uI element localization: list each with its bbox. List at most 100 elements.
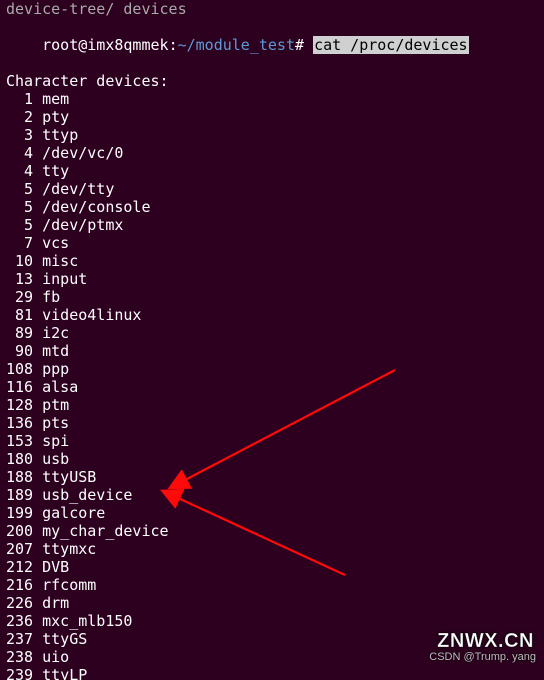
device-row: 5 /dev/tty <box>6 180 538 198</box>
device-major: 81 <box>6 306 33 324</box>
device-row: 188 ttyUSB <box>6 468 538 486</box>
device-major: 200 <box>6 522 33 540</box>
device-name: /dev/console <box>33 198 150 216</box>
device-name: mtd <box>33 342 69 360</box>
device-major: 4 <box>6 162 33 180</box>
device-major: 3 <box>6 126 33 144</box>
device-name: drm <box>33 594 69 612</box>
device-major: 29 <box>6 288 33 306</box>
device-major: 153 <box>6 432 33 450</box>
device-major: 108 <box>6 360 33 378</box>
device-major: 128 <box>6 396 33 414</box>
watermark-attribution: CSDN @Trump. yang <box>429 648 536 666</box>
device-name: pts <box>33 414 69 432</box>
device-name: ttyLP <box>33 666 87 680</box>
device-major: 226 <box>6 594 33 612</box>
device-name: usb <box>33 450 69 468</box>
device-major: 7 <box>6 234 33 252</box>
device-major: 180 <box>6 450 33 468</box>
section-header: Character devices: <box>6 72 538 90</box>
device-major: 4 <box>6 144 33 162</box>
device-row: 207 ttymxc <box>6 540 538 558</box>
device-name: ttyUSB <box>33 468 96 486</box>
device-row: 128 ptm <box>6 396 538 414</box>
device-name: pty <box>33 108 69 126</box>
terminal[interactable]: device-tree/ devices root@imx8qmmek:~/mo… <box>0 0 544 680</box>
device-name: ttymxc <box>33 540 96 558</box>
device-major: 5 <box>6 198 33 216</box>
device-major: 2 <box>6 108 33 126</box>
command-line: root@imx8qmmek:~/module_test# cat /proc/… <box>6 18 538 72</box>
device-major: 236 <box>6 612 33 630</box>
device-row: 4 tty <box>6 162 538 180</box>
prompt-colon: : <box>169 36 178 54</box>
device-name: /dev/tty <box>33 180 114 198</box>
device-row: 1 mem <box>6 90 538 108</box>
device-major: 237 <box>6 630 33 648</box>
device-name: uio <box>33 648 69 666</box>
prompt-cwd: ~/module_test <box>178 36 295 54</box>
device-row: 180 usb <box>6 450 538 468</box>
device-row: 239 ttyLP <box>6 666 538 680</box>
device-major: 216 <box>6 576 33 594</box>
device-name: DVB <box>33 558 69 576</box>
device-row: 236 mxc_mlb150 <box>6 612 538 630</box>
device-major: 189 <box>6 486 33 504</box>
device-name: /dev/ptmx <box>33 216 123 234</box>
device-major: 10 <box>6 252 33 270</box>
device-major: 207 <box>6 540 33 558</box>
device-name: spi <box>33 432 69 450</box>
prompt-user-host: root@imx8qmmek <box>42 36 168 54</box>
device-row: 13 input <box>6 270 538 288</box>
device-row: 2 pty <box>6 108 538 126</box>
device-name: ppp <box>33 360 69 378</box>
device-name: alsa <box>33 378 78 396</box>
device-name: tty <box>33 162 69 180</box>
device-row: 216 rfcomm <box>6 576 538 594</box>
device-name: my_char_device <box>33 522 168 540</box>
device-row: 81 video4linux <box>6 306 538 324</box>
device-name: rfcomm <box>33 576 96 594</box>
device-major: 116 <box>6 378 33 396</box>
device-major: 238 <box>6 648 33 666</box>
device-name: vcs <box>33 234 69 252</box>
device-major: 89 <box>6 324 33 342</box>
device-name: usb_device <box>33 486 132 504</box>
device-row: 136 pts <box>6 414 538 432</box>
device-row: 10 misc <box>6 252 538 270</box>
device-row: 153 spi <box>6 432 538 450</box>
device-major: 188 <box>6 468 33 486</box>
device-row: 200 my_char_device <box>6 522 538 540</box>
device-name: mem <box>33 90 69 108</box>
device-row: 4 /dev/vc/0 <box>6 144 538 162</box>
device-major: 5 <box>6 180 33 198</box>
device-row: 108 ppp <box>6 360 538 378</box>
device-major: 1 <box>6 90 33 108</box>
device-major: 5 <box>6 216 33 234</box>
previous-output-fragment: device-tree/ devices <box>6 0 538 18</box>
device-major: 136 <box>6 414 33 432</box>
device-row: 5 /dev/console <box>6 198 538 216</box>
device-name: input <box>33 270 87 288</box>
device-row: 226 drm <box>6 594 538 612</box>
device-name: fb <box>33 288 60 306</box>
device-name: ptm <box>33 396 69 414</box>
device-row: 7 vcs <box>6 234 538 252</box>
device-major: 212 <box>6 558 33 576</box>
device-major: 13 <box>6 270 33 288</box>
typed-command: cat /proc/devices <box>313 36 469 54</box>
device-name: /dev/vc/0 <box>33 144 123 162</box>
device-row: 199 galcore <box>6 504 538 522</box>
device-list: 1 mem2 pty3 ttyp4 /dev/vc/04 tty5 /dev/t… <box>6 90 538 680</box>
device-major: 239 <box>6 666 33 680</box>
device-row: 212 DVB <box>6 558 538 576</box>
device-row: 116 alsa <box>6 378 538 396</box>
prompt-hash: # <box>295 36 313 54</box>
device-name: mxc_mlb150 <box>33 612 132 630</box>
device-name: ttyp <box>33 126 78 144</box>
device-row: 89 i2c <box>6 324 538 342</box>
device-name: ttyGS <box>33 630 87 648</box>
device-name: video4linux <box>33 306 141 324</box>
device-row: 29 fb <box>6 288 538 306</box>
device-name: i2c <box>33 324 69 342</box>
